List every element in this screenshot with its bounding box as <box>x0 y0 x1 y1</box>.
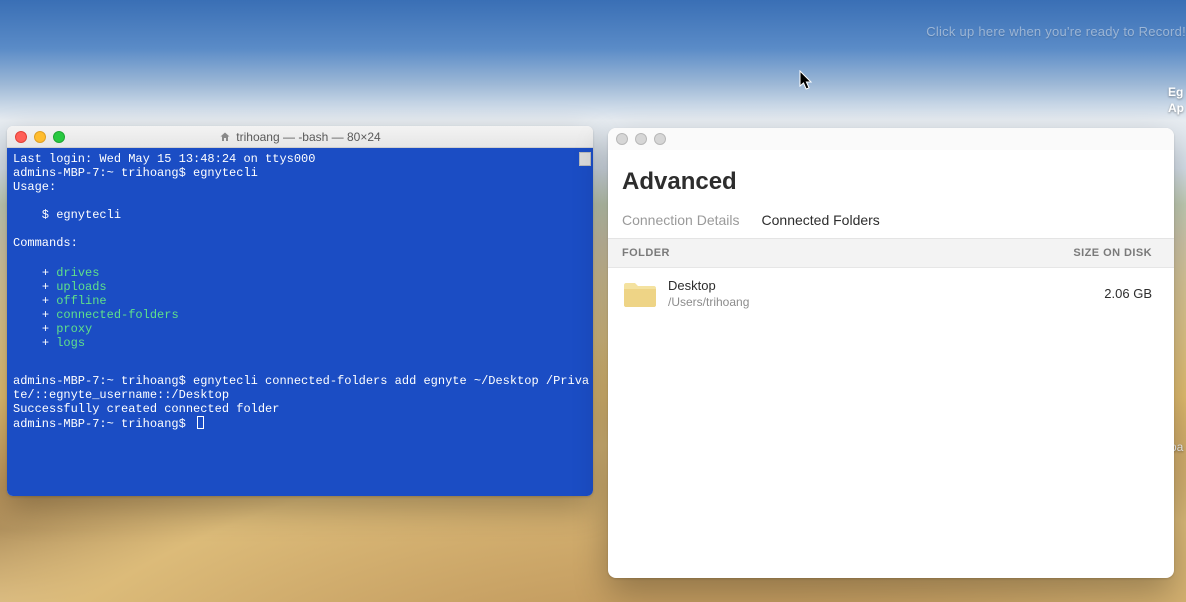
folder-size: 2.06 GB <box>1104 286 1152 301</box>
terminal-line: admins-MBP-7:~ trihoang$ <box>13 416 587 431</box>
terminal-line <box>13 222 587 236</box>
terminal-line <box>13 194 587 208</box>
terminal-window[interactable]: trihoang — -bash — 80×24 Last login: Wed… <box>7 126 593 496</box>
terminal-line: $ egnytecli <box>13 208 587 222</box>
clipped-text: Eg <box>1168 84 1186 100</box>
terminal-line: Commands: <box>13 236 587 250</box>
desktop-icon-label-clipped: Eg Ap <box>1168 84 1186 116</box>
table-row[interactable]: Desktop /Users/trihoang 2.06 GB <box>608 268 1174 319</box>
terminal-command-item: + logs <box>13 336 587 350</box>
terminal-titlebar[interactable]: trihoang — -bash — 80×24 <box>7 126 593 148</box>
terminal-title-text: trihoang — -bash — 80×24 <box>236 130 380 144</box>
terminal-command-item: + proxy <box>13 322 587 336</box>
clipped-text: Ap <box>1168 100 1186 116</box>
command-name: uploads <box>56 280 106 294</box>
settings-window[interactable]: Advanced Connection Details Connected Fo… <box>608 128 1174 578</box>
terminal-command-item: + uploads <box>13 280 587 294</box>
terminal-body[interactable]: Last login: Wed May 15 13:48:24 on ttys0… <box>7 148 593 496</box>
terminal-command-item: + connected-folders <box>13 308 587 322</box>
tab-connection-details[interactable]: Connection Details <box>622 212 740 238</box>
terminal-line: admins-MBP-7:~ trihoang$ egnytecli <box>13 166 587 180</box>
terminal-command-item: + drives <box>13 266 587 280</box>
zoom-button[interactable] <box>53 131 65 143</box>
command-name: connected-folders <box>56 308 178 322</box>
command-name: drives <box>56 266 99 280</box>
command-name: offline <box>56 294 106 308</box>
folder-info: Desktop /Users/trihoang <box>668 278 1094 309</box>
command-name: proxy <box>56 322 92 336</box>
page-title: Advanced <box>622 168 1160 196</box>
close-button[interactable] <box>616 133 628 145</box>
tab-label: Connected Folders <box>762 212 880 228</box>
terminal-line: Usage: <box>13 180 587 194</box>
column-header-folder: FOLDER <box>622 247 670 259</box>
folder-icon <box>622 279 658 309</box>
settings-titlebar[interactable] <box>608 128 1174 150</box>
terminal-command-item: + offline <box>13 294 587 308</box>
terminal-line: te/::egnyte_username::/Desktop <box>13 388 587 402</box>
window-controls <box>15 131 65 143</box>
folder-path: /Users/trihoang <box>668 295 1094 309</box>
terminal-line: admins-MBP-7:~ trihoang$ egnytecli conne… <box>13 374 587 388</box>
mouse-cursor-icon <box>799 70 815 92</box>
tab-bar: Connection Details Connected Folders <box>608 202 1174 239</box>
terminal-cursor <box>197 416 204 429</box>
recording-hint-text: Click up here when you're ready to Recor… <box>926 24 1186 39</box>
minimize-button[interactable] <box>635 133 647 145</box>
folder-name: Desktop <box>668 278 1094 293</box>
window-controls <box>616 133 666 145</box>
terminal-line: Successfully created connected folder <box>13 402 587 416</box>
column-header-size: SIZE ON DISK <box>1073 247 1152 259</box>
command-name: logs <box>56 336 85 350</box>
scrollbar-thumb[interactable] <box>579 152 591 166</box>
minimize-button[interactable] <box>34 131 46 143</box>
tab-connected-folders[interactable]: Connected Folders <box>762 212 880 238</box>
tab-label: Connection Details <box>622 212 740 228</box>
terminal-line <box>13 250 587 264</box>
terminal-line: Last login: Wed May 15 13:48:24 on ttys0… <box>13 152 587 166</box>
home-icon <box>219 131 231 143</box>
settings-header: Advanced <box>608 150 1174 202</box>
terminal-title: trihoang — -bash — 80×24 <box>7 130 593 144</box>
table-header: FOLDER SIZE ON DISK <box>608 239 1174 268</box>
zoom-button[interactable] <box>654 133 666 145</box>
close-button[interactable] <box>15 131 27 143</box>
terminal-line <box>13 360 587 374</box>
